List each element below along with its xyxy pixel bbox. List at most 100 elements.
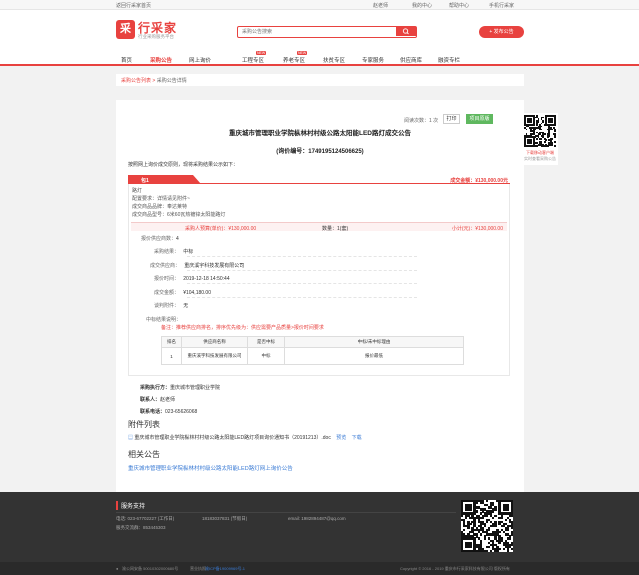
ranking-table: 排名 供应商名称 是否中标 中标/未中标理由 1 重庆溪宇科技发展有限公司 中标… <box>161 336 464 365</box>
exec-row: 采购执行方：重庆城市管理职业学院 <box>140 384 220 391</box>
related-title: 相关公告 <box>128 450 160 459</box>
product-model: 成交商品型号：6米60瓦热镀锌太阳能路灯 <box>132 212 226 218</box>
supplier-count: 4 <box>176 236 179 242</box>
contact-row: 联系人：赵老师 <box>140 396 175 403</box>
supplier-count-label: 报价供应商数： <box>141 236 177 242</box>
footer: 服务支持 电话: 023-67702227 (工作日) 18183037831 … <box>0 492 639 562</box>
breadcrumb-separator: > <box>152 78 156 84</box>
search-input[interactable] <box>238 27 396 36</box>
help-center-link[interactable]: 帮助中心 <box>449 2 469 9</box>
user-center-link[interactable]: 我的中心 <box>412 2 432 9</box>
package-amount: 成交金额：¥130,000.00元 <box>450 178 508 184</box>
logo-slogan: 行业采购服务平台 <box>138 34 174 39</box>
print-button[interactable]: 打印 <box>443 114 460 124</box>
search-icon <box>402 28 409 35</box>
breadcrumb: 采购公告列表 > 采购公告详情 <box>116 74 524 86</box>
download-link[interactable]: 下载 <box>352 435 362 441</box>
table-cell: 报价最低 <box>284 347 464 365</box>
table-cell: 重庆溪宇科技发展有限公司 <box>181 347 248 365</box>
license-link[interactable]: 营业执照 <box>190 566 206 572</box>
breadcrumb-root[interactable]: 采购公告列表 <box>121 78 151 84</box>
police-badge-icon: ● <box>116 566 119 571</box>
nav-item-suppliers[interactable]: 供应商库 <box>400 56 422 64</box>
app-qr-card: 下载移动客户端 实时查看采购公告 <box>522 113 558 165</box>
search-button[interactable] <box>396 27 416 36</box>
table-row: 1 重庆溪宇科技发展有限公司 中标 报价最低 <box>161 347 464 365</box>
qr-code-icon[interactable] <box>524 115 557 148</box>
attachments-title: 附件列表 <box>128 420 160 429</box>
footer-qr-code-icon[interactable] <box>461 500 514 553</box>
product-name: 路灯 <box>132 188 143 194</box>
result-value: 中标 <box>183 249 194 255</box>
footer-phone2: 18183037831 (节假日) <box>202 516 248 521</box>
exec-value: 重庆城市管理职业学院 <box>170 385 221 391</box>
divider <box>187 283 417 284</box>
footer-heading: 服务支持 <box>116 501 145 510</box>
nav-item-inquiry[interactable]: 网上询价 <box>189 56 211 64</box>
bottom-bar: ● 渝公网安备 50010302000680号 营业执照 渝ICP备190099… <box>0 562 639 575</box>
site-header: 采 行采家 行业采购服务平台 + 发布公告 <box>0 10 639 50</box>
winner-value: 重庆溪宇科技发展有限公司 <box>184 263 245 269</box>
nav-item-finance[interactable]: 融资专栏 <box>438 56 460 64</box>
nav-item-home[interactable]: 首页 <box>121 56 132 64</box>
divider <box>187 270 417 271</box>
original-project-button[interactable]: 项目原版 <box>466 114 493 124</box>
amount-label: 成交金额： <box>154 290 180 296</box>
user-menu[interactable]: 赵老师 <box>373 2 388 9</box>
time-label: 报价时间： <box>154 276 180 282</box>
attachment-label: 谈判附件： <box>154 303 180 309</box>
nav-item-poverty[interactable]: 扶贫专区 <box>323 56 345 64</box>
mobile-link[interactable]: 手机行采家 <box>489 2 514 9</box>
notice-intro: 按照网上询价成交原则，现将采购结果公示如下： <box>128 162 239 168</box>
reason-row: 中标结果说明： <box>146 316 181 323</box>
result-row: 采购结果： 中标 <box>154 248 193 255</box>
publish-button[interactable]: + 发布公告 <box>479 26 524 38</box>
contact-value: 赵老师 <box>160 397 176 403</box>
preview-link[interactable]: 预览 <box>336 435 346 441</box>
col-rank: 排名 <box>161 336 182 348</box>
top-bar: 返回行采家首页 赵老师 我的中心 帮助中心 手机行采家 <box>0 0 639 10</box>
attachment-item: ▤ 重庆城市管理职业学院枞林村村级公路太阳能LED路灯项目询价通知书（20191… <box>128 434 362 441</box>
nav-item-elderly[interactable]: 养老专区 <box>283 56 305 64</box>
price-bar: 采购人预算(单价)：¥130,000.00 数量：1(套) 小计(元)：¥130… <box>131 222 507 232</box>
ranking-remark: 备注：推荐供应商排名，排序优先级为：供应需要产品质量>报价时间要求 <box>161 325 324 331</box>
related-notice-link[interactable]: 重庆城市管理职业学院枞林村村级公路太阳能LED路灯网上询价公告 <box>128 464 293 472</box>
breadcrumb-current: 采购公告详情 <box>156 78 187 84</box>
col-reason: 中标/未中标理由 <box>284 336 464 348</box>
bid-number: (询价编号：1749195124506625) <box>276 149 364 155</box>
budget-price: 采购人预算(单价)：¥130,000.00 <box>185 226 257 232</box>
result-label: 采购结果： <box>154 249 180 255</box>
contact-label: 联系人： <box>140 397 161 403</box>
new-badge: NEW <box>297 51 308 55</box>
home-link[interactable]: 返回行采家首页 <box>116 2 151 9</box>
footer-divider <box>116 512 456 513</box>
col-supplier: 供应商名称 <box>181 336 248 348</box>
attachment-filename: 重庆城市管理职业学院枞林村村级公路太阳能LED路灯项目询价通知书（2019121… <box>134 435 331 441</box>
search-box <box>237 26 417 38</box>
table-cell: 1 <box>161 347 182 365</box>
notice-title: 重庆城市管理职业学院枞林村村级公路太阳能LED路灯成交公告 <box>229 130 411 137</box>
record-link[interactable]: 渝ICP备19009969号-1 <box>205 566 245 572</box>
new-badge: NEW <box>256 51 267 55</box>
supplier-count-row: 报价供应商数：4 <box>141 235 179 242</box>
attachment-row: 谈判附件： 无 <box>154 302 188 309</box>
nav-item-notices[interactable]: 采购公告 <box>150 56 172 64</box>
nav-item-engineering[interactable]: 工程专区 <box>242 56 264 64</box>
amount-value: ¥104,180.00 <box>183 290 211 296</box>
phone-label: 联系电话： <box>140 409 166 415</box>
publish-label: 发布公告 <box>493 29 514 35</box>
subtotal: 小计(元)：¥130,000.00 <box>451 226 503 232</box>
attachment-value: 无 <box>183 303 189 309</box>
time-row: 报价时间： 2019-12-18 14:50:44 <box>154 275 230 282</box>
amount-row: 成交金额： ¥104,180.00 <box>154 289 211 296</box>
winner-label: 成交供应商： <box>150 263 181 269</box>
copyright: Copyright © 2016 - 2019 重庆市行采家科技有限公司 版权所… <box>400 566 510 571</box>
logo-icon[interactable]: 采 <box>116 20 135 39</box>
package-tab: 包1 <box>128 175 201 184</box>
phone-row: 联系电话：023-65626068 <box>140 408 197 415</box>
nav-item-experts[interactable]: 专家服务 <box>362 56 384 64</box>
reason-label: 中标结果说明： <box>146 317 182 323</box>
exec-label: 采购执行方： <box>140 385 171 391</box>
product-lines: 路灯 配置要求：详情请见附件~ 成交商品品牌：奉达莱特 成交商品型号：6米60瓦… <box>132 187 225 219</box>
product-brand: 成交商品品牌：奉达莱特 <box>132 204 188 210</box>
